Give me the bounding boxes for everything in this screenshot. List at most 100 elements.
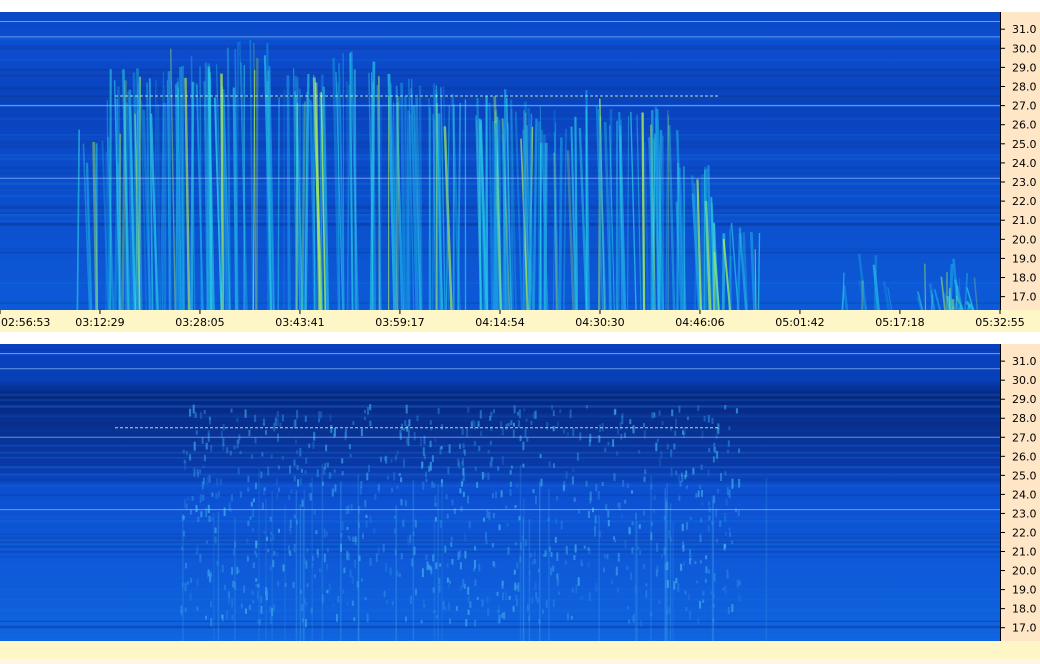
burst-speck [689,556,692,561]
burst-speck [519,435,522,442]
burst-speck [570,615,573,620]
burst-speck [551,405,554,410]
burst-speck [497,466,500,471]
burst-speck [462,443,465,449]
burst-speck [383,590,386,597]
burst-speck [230,494,233,502]
burst-speck [318,411,321,420]
burst-speck [404,500,407,507]
burst-speck [346,526,349,531]
burst-speck [486,596,489,603]
burst-speck [359,486,362,495]
burst-speck [675,470,678,476]
y-tick-label: 23.0 [1012,507,1037,520]
burst-speck [700,517,703,523]
burst-speck [656,565,659,572]
burst-speck [364,499,367,508]
burst-speck [364,409,366,414]
burst-speck [566,431,569,436]
burst-speck [628,619,631,624]
burst-speck [700,464,703,471]
burst-speck [216,477,219,486]
burst-speck [265,430,267,435]
burst-speck [574,544,577,553]
burst-speck [369,404,372,411]
burst-speck [309,482,312,488]
y-tick-label: 19.0 [1012,252,1037,265]
burst-speck [214,527,217,534]
burst-speck [477,420,480,427]
burst-speck [361,578,363,582]
burst-speck [386,600,389,604]
burst-speck [661,421,664,425]
burst-speck [250,501,253,507]
burst-speck [276,492,279,499]
burst-speck [612,439,615,447]
burst-speck [197,516,200,522]
burst-speck [589,498,592,504]
burst-speck [364,416,366,420]
spectrogram-bottom-canvas [0,344,1000,641]
burst-speck [728,489,731,498]
burst-speck [631,490,633,494]
burst-speck [201,437,204,444]
burst-speck [707,415,710,423]
burst-speck [635,512,637,520]
burst-speck [556,552,559,561]
burst-speck [237,467,240,475]
burst-speck [199,554,202,563]
burst-speck [550,567,553,576]
burst-speck [685,485,688,489]
burst-speck [299,477,302,485]
burst-speck [435,562,438,570]
burst-speck [708,501,710,506]
y-tick-label: 26.0 [1012,450,1037,463]
burst-speck [394,455,397,461]
burst-streak [395,96,400,310]
burst-speck [431,455,434,462]
burst-speck [308,443,311,449]
burst-speck [380,456,382,463]
burst-speck [228,502,231,510]
burst-speck [496,591,499,596]
burst-speck [245,608,247,614]
burst-streak [277,97,280,310]
burst-speck [509,481,512,487]
burst-speck [724,531,727,536]
burst-speck [458,461,461,469]
burst-speck [695,493,698,498]
burst-speck [670,467,673,476]
burst-speck [329,414,332,422]
burst-speck [483,517,485,522]
burst-speck [239,491,242,498]
burst-speck [722,587,725,591]
burst-speck [210,601,212,608]
burst-speck [422,481,425,490]
burst-speck [328,472,331,479]
burst-speck [405,404,408,414]
burst-speck [516,562,519,569]
y-tick-label: 19.0 [1012,584,1037,597]
burst-speck [275,478,278,486]
burst-speck [326,590,329,594]
burst-speck [219,478,222,486]
burst-speck [374,493,377,500]
burst-speck [369,557,372,567]
burst-speck [704,578,707,583]
burst-speck [490,426,493,432]
burst-speck [678,405,681,413]
burst-speck [423,454,426,460]
burst-speck [682,545,685,552]
burst-speck [497,619,500,624]
burst-speck [487,472,490,481]
burst-speck [210,444,213,452]
burst-speck [481,599,484,607]
x-tick-label: 03:28:05 [175,316,224,329]
burst-speck [495,491,497,499]
x-tick-label: 03:59:17 [375,316,424,329]
noise-band [0,519,1000,523]
x-tick-label: 05:17:18 [875,316,924,329]
noise-band [0,38,1000,40]
burst-speck [421,568,424,578]
burst-speck [712,456,715,463]
